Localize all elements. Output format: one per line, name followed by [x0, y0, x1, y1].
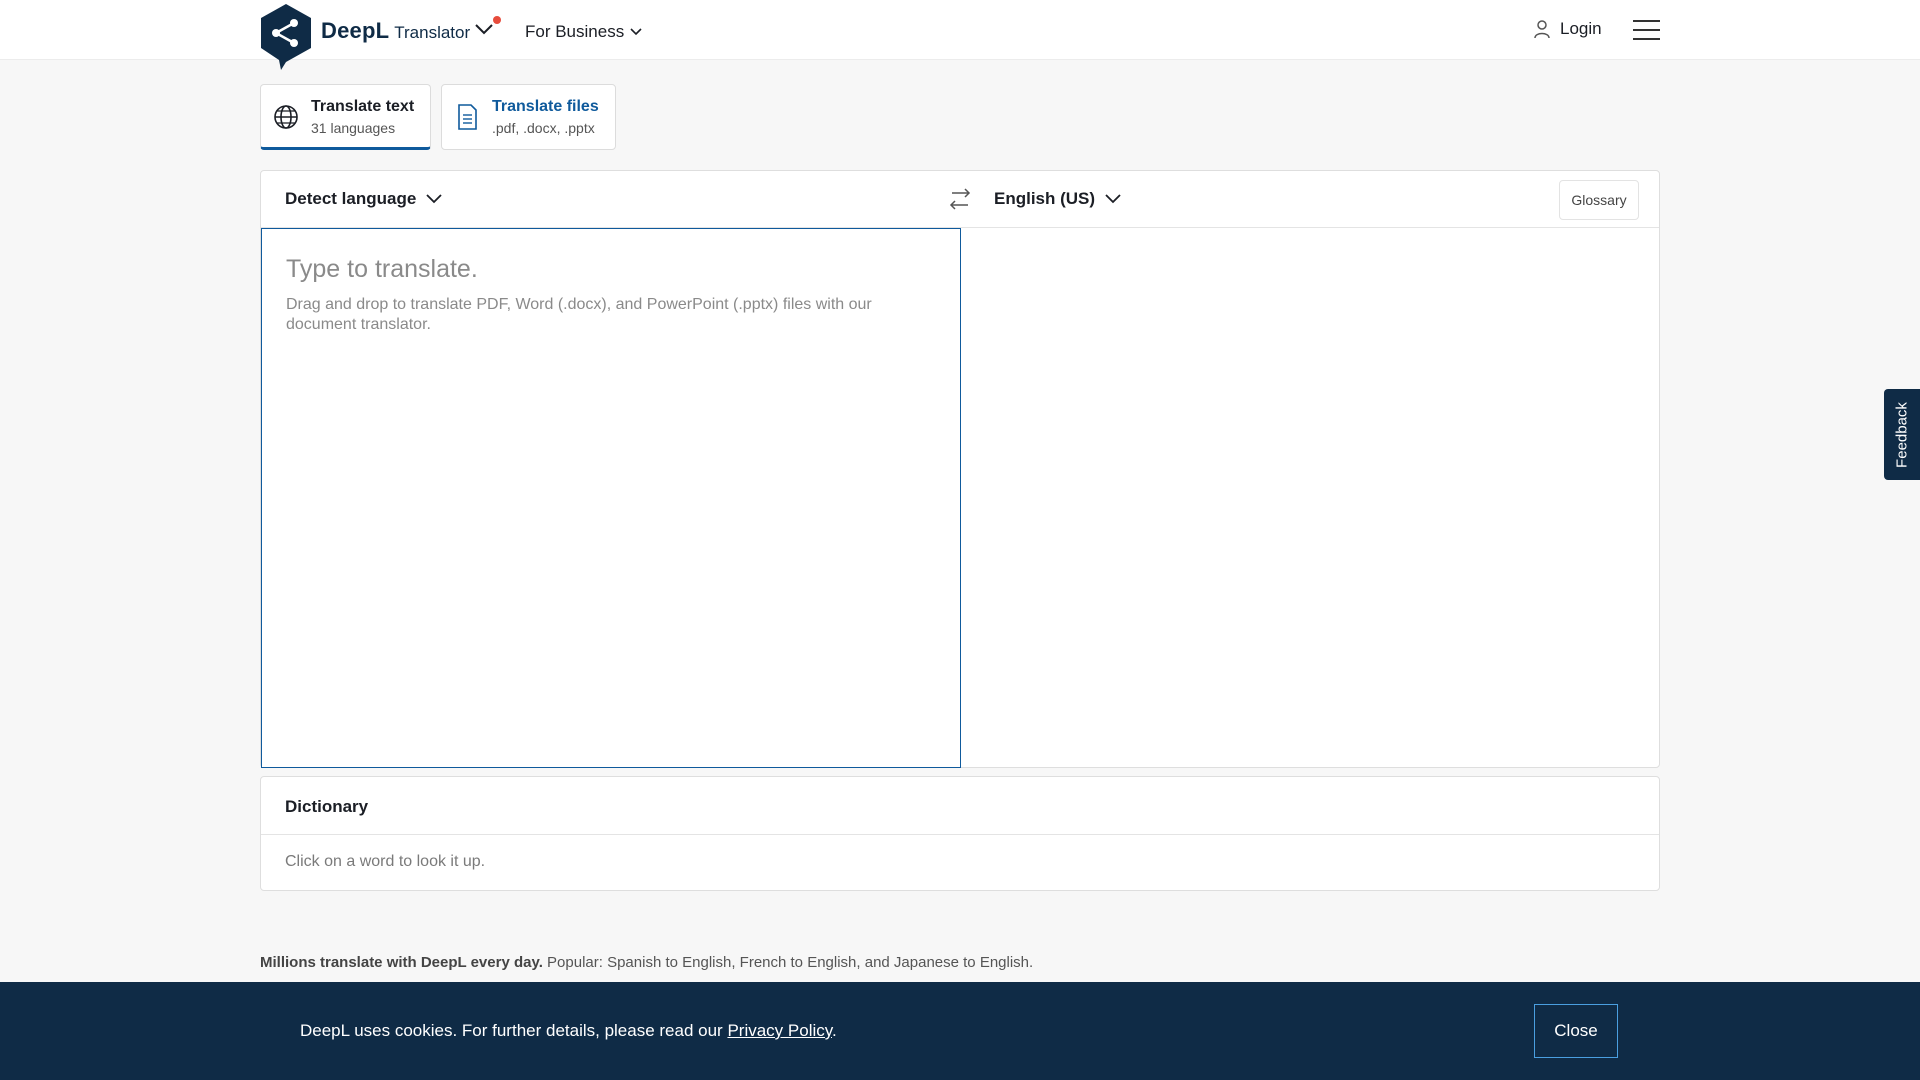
- chevron-down-icon: [1105, 194, 1121, 204]
- cookie-text-before: DeepL uses cookies. For further details,…: [300, 1021, 723, 1040]
- source-text-input[interactable]: Type to translate. Drag and drop to tran…: [261, 228, 961, 768]
- feedback-tab[interactable]: Feedback: [1884, 389, 1920, 480]
- document-icon: [458, 104, 477, 130]
- globe-icon: [274, 105, 298, 129]
- popular-text: Popular: Spanish to English, French to E…: [547, 954, 1034, 971]
- cookie-banner: DeepL uses cookies. For further details,…: [0, 982, 1920, 1080]
- top-navigation-bar: DeepL Translator For Business Login: [0, 0, 1920, 70]
- user-icon: [1534, 20, 1550, 39]
- login-label: Login: [1560, 19, 1602, 38]
- target-language-label: English (US): [994, 189, 1096, 208]
- for-business-menu[interactable]: For Business: [525, 22, 642, 42]
- feedback-label: Feedback: [1893, 401, 1911, 468]
- product-chevron-down-icon[interactable]: [474, 22, 494, 36]
- cookie-close-button[interactable]: Close: [1534, 1004, 1618, 1058]
- login-button[interactable]: Login: [1534, 19, 1602, 39]
- tab-translate-text-subtitle: 31 languages: [311, 120, 396, 136]
- translator-panel: Detect language English (US) Glossary Ty…: [260, 170, 1660, 768]
- tab-translate-text-title: Translate text: [311, 98, 415, 115]
- cookie-message: DeepL uses cookies. For further details,…: [300, 1021, 837, 1041]
- dictionary-panel: Dictionary Click on a word to look it up…: [260, 776, 1660, 891]
- source-placeholder: Type to translate.: [286, 255, 478, 283]
- target-language-select[interactable]: English (US): [994, 189, 1121, 209]
- target-text-output[interactable]: [961, 228, 1660, 768]
- glossary-button[interactable]: Glossary: [1559, 180, 1639, 220]
- notification-dot: [493, 16, 501, 24]
- chevron-down-icon: [426, 194, 442, 204]
- tab-translate-files-title: Translate files: [492, 98, 599, 115]
- privacy-policy-link[interactable]: Privacy Policy: [727, 1021, 832, 1040]
- brand-wordmark[interactable]: DeepL Translator: [321, 18, 470, 44]
- tab-translate-files-subtitle: .pdf, .docx, .pptx: [492, 120, 595, 136]
- language-bar: Detect language English (US) Glossary: [261, 171, 1659, 228]
- cookie-text-after: .: [832, 1021, 837, 1040]
- popular-headline: Millions translate with DeepL every day.: [260, 954, 543, 971]
- dictionary-hint: Click on a word to look it up.: [285, 853, 486, 870]
- dictionary-title: Dictionary: [285, 797, 369, 816]
- tab-translate-files[interactable]: Translate files .pdf, .docx, .pptx: [441, 84, 616, 150]
- popular-translations: Millions translate with DeepL every day.…: [260, 954, 1033, 971]
- source-language-select[interactable]: Detect language: [285, 189, 442, 209]
- for-business-label: For Business: [525, 22, 625, 41]
- deepl-logo-icon[interactable]: [259, 4, 313, 70]
- dictionary-divider: [261, 834, 1659, 835]
- chevron-down-icon: [630, 28, 642, 36]
- drag-drop-hint: Drag and drop to translate PDF, Word (.d…: [286, 296, 872, 333]
- brand-subtitle: Translator: [394, 23, 471, 42]
- hamburger-menu-icon[interactable]: [1633, 20, 1660, 42]
- brand-name: DeepL: [321, 18, 390, 43]
- tab-translate-text[interactable]: Translate text 31 languages: [260, 84, 431, 150]
- swap-languages-icon[interactable]: [949, 187, 971, 211]
- source-language-label: Detect language: [285, 189, 417, 208]
